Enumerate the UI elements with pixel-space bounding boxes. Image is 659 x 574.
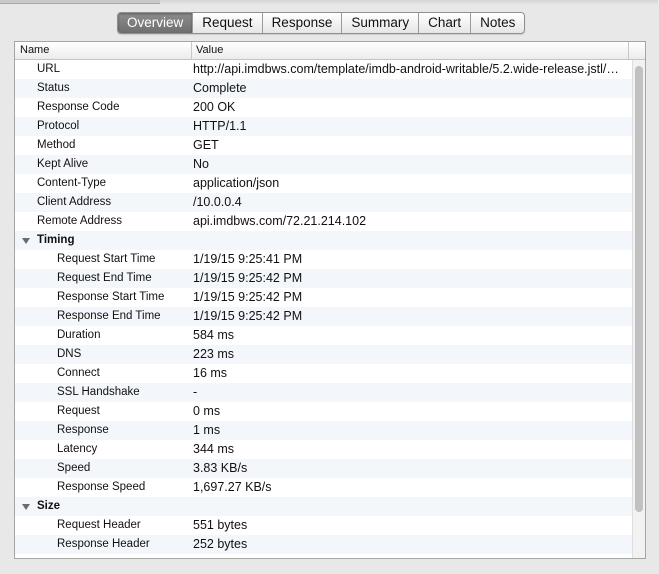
table-row[interactable]: Response Speed 1,697.27 KB/s <box>15 478 632 497</box>
table-row[interactable]: Request End Time 1/19/15 9:25:42 PM <box>15 269 632 288</box>
table-row[interactable]: Status Complete <box>15 79 632 98</box>
row-value: 1/19/15 9:25:42 PM <box>193 290 303 304</box>
table-row[interactable]: Remote Address api.imdbws.com/72.21.214.1… <box>15 212 632 231</box>
table-row[interactable]: Response 1 ms <box>15 421 632 440</box>
table-row[interactable]: Response Code 200 OK <box>15 98 632 117</box>
row-name: Response Code <box>37 101 120 113</box>
row-value: application/json <box>193 176 280 190</box>
tab-overview[interactable]: Overview <box>118 13 193 33</box>
column-header-value[interactable]: Value <box>196 42 223 59</box>
table-row[interactable]: Client Address/10.0.0.4 <box>15 193 632 212</box>
disclosure-triangle-icon[interactable] <box>22 504 30 510</box>
row-name: Kept Alive <box>37 158 89 170</box>
row-name: Response Header <box>57 538 150 550</box>
table-row[interactable]: Protocol HTTP/1.1 <box>15 117 632 136</box>
table-row[interactable]: Request Start Time 1/19/15 9:25:41 PM <box>15 250 632 269</box>
row-value: 0 ms <box>193 404 221 418</box>
tab-summary[interactable]: Summary <box>341 13 418 33</box>
row-value: 1/19/15 9:25:42 PM <box>193 309 303 323</box>
column-divider[interactable] <box>191 42 192 59</box>
row-value: 16 ms <box>193 366 228 380</box>
row-name: Speed <box>57 462 91 474</box>
row-name: Remote Address <box>37 215 123 227</box>
view-tabs: Overview Request Response Summary Chart Notes <box>117 12 526 34</box>
row-value: 1,697.27 KB/s <box>193 480 272 494</box>
row-value: 252 bytes <box>193 537 248 551</box>
vertical-scrollbar[interactable] <box>632 60 645 558</box>
row-value: 1/19/15 9:25:41 PM <box>193 252 303 266</box>
table-row[interactable]: Latency 344 ms <box>15 440 632 459</box>
row-name: Latency <box>57 443 98 455</box>
toolbar-edge <box>0 0 160 4</box>
row-name: Request Header <box>57 519 141 531</box>
row-value: HTTP/1.1 <box>193 119 247 133</box>
row-value: GET <box>193 138 219 152</box>
row-value: 223 ms <box>193 347 234 361</box>
row-value: No <box>193 157 209 171</box>
disclosure-triangle-icon[interactable] <box>22 238 30 244</box>
row-value: - <box>193 385 198 399</box>
row-name: Timing <box>37 234 75 246</box>
row-name: Client Address <box>37 196 112 208</box>
table-row[interactable]: Method GET <box>15 136 632 155</box>
row-name: Response Start Time <box>57 291 165 303</box>
row-name: Response End Time <box>57 310 161 322</box>
group-row-size[interactable]: Size <box>15 497 632 516</box>
row-value: 584 ms <box>193 328 234 342</box>
row-value: 200 OK <box>193 100 236 114</box>
row-name: Duration <box>57 329 101 341</box>
row-name: Request End Time <box>57 272 152 284</box>
row-name: Size <box>37 500 61 512</box>
row-value: /10.0.0.4 <box>193 195 242 209</box>
row-value: 3.83 KB/s <box>193 461 248 475</box>
row-name: Response Speed <box>57 481 146 493</box>
row-name: URL <box>37 63 61 75</box>
row-name: DNS <box>57 348 82 360</box>
table-row[interactable]: SSL Handshake - <box>15 383 632 402</box>
row-name: Response <box>57 424 109 436</box>
row-name: Content-Type <box>37 177 107 189</box>
tab-chart[interactable]: Chart <box>418 13 470 33</box>
row-value: 1/19/15 9:25:42 PM <box>193 271 303 285</box>
column-header-name[interactable]: Name <box>20 42 49 59</box>
row-value: 1 ms <box>193 423 221 437</box>
tab-response[interactable]: Response <box>261 13 342 33</box>
properties-table: URL http://api.imdbws.com/template/imdb-a… <box>15 60 632 554</box>
table-row[interactable]: Request Header 551 bytes <box>15 516 632 535</box>
row-value: 551 bytes <box>193 518 248 532</box>
row-name: Protocol <box>37 120 80 132</box>
table-row[interactable]: URL http://api.imdbws.com/template/imdb-a… <box>15 60 632 79</box>
group-row-timing[interactable]: Timing <box>15 231 632 250</box>
column-header: Name Value <box>15 42 645 60</box>
row-value: 344 ms <box>193 442 234 456</box>
table-row[interactable]: Speed 3.83 KB/s <box>15 459 632 478</box>
column-divider[interactable] <box>628 42 629 59</box>
row-name: SSL Handshake <box>57 386 140 398</box>
table-row[interactable]: Connect 16 ms <box>15 364 632 383</box>
row-name: Status <box>37 82 70 94</box>
tab-request[interactable]: Request <box>192 13 261 33</box>
table-row[interactable]: Content-Type application/json <box>15 174 632 193</box>
table-row[interactable]: Duration 584 ms <box>15 326 632 345</box>
table-row[interactable]: Response Start Time 1/19/15 9:25:42 PM <box>15 288 632 307</box>
row-value: http://api.imdbws.com/template/imdb-andr… <box>193 62 625 76</box>
properties-panel: Name Value URL http://api.imdbws.com/temp… <box>14 41 646 559</box>
scrollbar-thumb[interactable] <box>635 66 643 512</box>
row-name: Request Start Time <box>57 253 156 265</box>
row-value: api.imdbws.com/72.21.214.102 <box>193 214 367 228</box>
row-name: Method <box>37 139 76 151</box>
table-row[interactable]: Response End Time 1/19/15 9:25:42 PM <box>15 307 632 326</box>
row-name: Connect <box>57 367 100 379</box>
table-row[interactable]: Request 0 ms <box>15 402 632 421</box>
row-value: Complete <box>193 81 247 95</box>
table-row[interactable]: Kept Alive No <box>15 155 632 174</box>
tab-notes[interactable]: Notes <box>470 13 524 33</box>
table-row[interactable]: DNS 223 ms <box>15 345 632 364</box>
row-name: Request <box>57 405 100 417</box>
table-row[interactable]: Response Header 252 bytes <box>15 535 632 554</box>
